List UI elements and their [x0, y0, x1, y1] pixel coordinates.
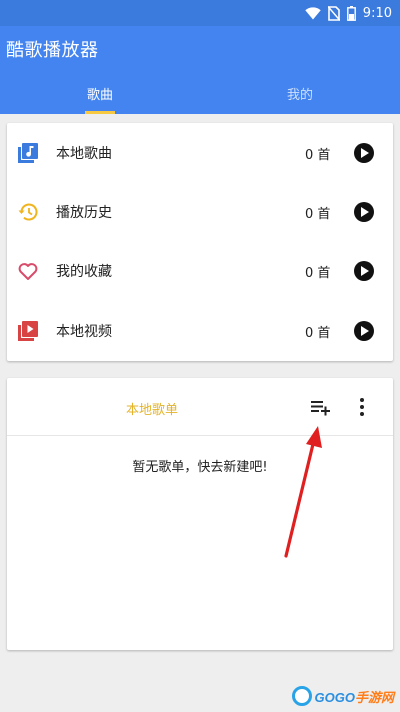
song-count: 0 首: [305, 206, 331, 222]
library-item-label: 本地视频: [56, 324, 112, 340]
play-button[interactable]: [354, 143, 374, 163]
wifi-icon: [305, 6, 321, 20]
tab-mine-label: 我的: [286, 88, 313, 103]
tab-indicator: [85, 111, 115, 114]
song-count: 0 首: [305, 265, 331, 281]
library-item-history[interactable]: 播放历史 0 首: [7, 188, 393, 236]
tab-songs-label: 歌曲: [86, 88, 113, 103]
play-button[interactable]: [354, 261, 374, 281]
playlists-header: 本地歌单: [7, 378, 393, 436]
play-button[interactable]: [354, 321, 374, 341]
more-options-icon[interactable]: [355, 396, 369, 418]
play-icon: [361, 266, 369, 276]
history-icon: [18, 203, 38, 221]
watermark-suffix: 手游网: [354, 689, 394, 705]
library-item-label: 本地歌曲: [56, 146, 112, 162]
library-item-local-videos[interactable]: 本地视频 0 首: [7, 307, 393, 355]
watermark-logo: GOGO手游网: [291, 686, 394, 706]
library-item-label: 我的收藏: [56, 264, 112, 280]
empty-playlists-text: 暂无歌单，快去新建吧!: [132, 460, 268, 475]
status-bar: 9:10: [0, 0, 400, 26]
watermark-globe-icon: [291, 686, 312, 706]
no-sim-icon: [327, 5, 340, 21]
battery-icon: [346, 5, 356, 21]
library-card: 本地歌曲 0 首 播放历史 0 首 我的收藏 0 首 本地视频 0 首: [7, 123, 393, 361]
annotation-arrow-icon: [284, 426, 322, 558]
app-bar: 酷歌播放器 歌曲 我的: [0, 26, 400, 114]
video-library-icon: [18, 321, 38, 341]
tab-mine[interactable]: 我的: [200, 74, 400, 114]
play-icon: [361, 148, 369, 158]
library-item-label: 播放历史: [56, 205, 112, 221]
tab-bar: 歌曲 我的: [0, 74, 400, 114]
status-time: 9:10: [362, 5, 392, 21]
add-playlist-icon[interactable]: [310, 397, 332, 417]
song-count: 0 首: [305, 147, 331, 163]
playlists-card: 本地歌单 暂无歌单，快去新建吧!: [7, 378, 393, 650]
tab-songs[interactable]: 歌曲: [0, 74, 200, 114]
song-count: 0 首: [305, 325, 331, 341]
library-item-local-songs[interactable]: 本地歌曲 0 首: [7, 129, 393, 177]
app-title: 酷歌播放器: [6, 40, 99, 61]
play-icon: [361, 207, 369, 217]
playlists-title[interactable]: 本地歌单: [126, 399, 178, 418]
heart-icon: [18, 263, 38, 280]
music-library-icon: [18, 143, 38, 163]
play-button[interactable]: [354, 202, 374, 222]
library-item-favorites[interactable]: 我的收藏 0 首: [7, 247, 393, 295]
play-icon: [361, 326, 369, 336]
watermark-brand: GOGO: [314, 689, 355, 705]
